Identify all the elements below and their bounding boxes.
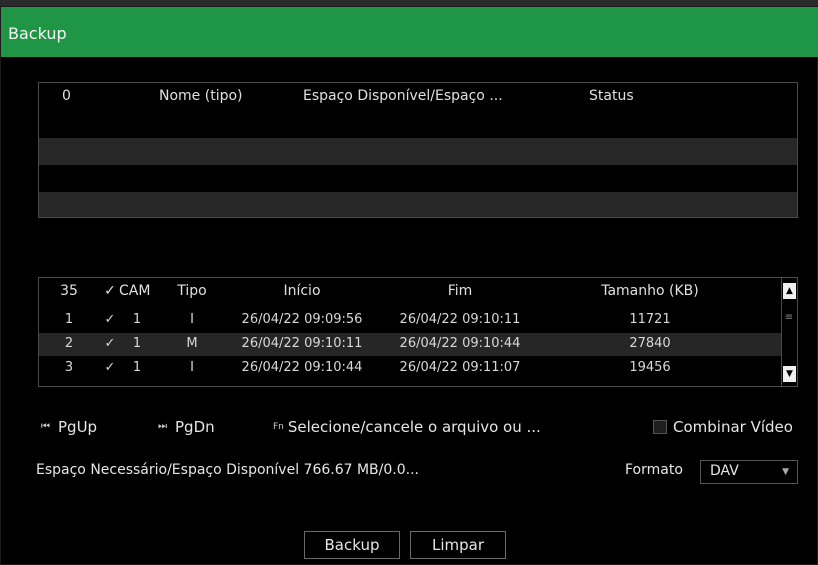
space-info: Espaço Necessário/Espaço Disponível 766.… [36,462,419,478]
row-cam: 1 [132,360,142,375]
file-row[interactable]: 2 ✓ 1 M 26/04/22 09:10:11 26/04/22 09:10… [39,333,781,356]
select-files-label: Selecione/cancele o arquivo ou ... [287,418,541,436]
row-checkbox[interactable]: ✓ [103,360,117,375]
row-inicio: 26/04/22 09:10:44 [241,360,363,375]
pgup-button[interactable]: ⏮ PgUp [41,418,97,436]
row-cam: 1 [132,336,142,351]
col-fim[interactable]: Fim [395,283,525,299]
row-inicio: 26/04/22 09:10:11 [241,336,363,351]
row-fim: 26/04/22 09:10:11 [399,312,521,327]
format-label: Formato [625,462,683,478]
device-row[interactable] [39,192,797,217]
file-count: 35 [60,283,78,299]
window-title: Backup [8,24,67,43]
col-tipo[interactable]: Tipo [167,283,217,299]
scroll-up-arrow-icon[interactable]: ▲ [783,283,796,299]
file-row[interactable]: 1 ✓ 1 I 26/04/22 09:09:56 26/04/22 09:10… [39,309,781,332]
row-cam: 1 [132,312,142,327]
row-checkbox[interactable]: ✓ [103,336,117,351]
device-row[interactable] [39,165,797,192]
backup-button[interactable]: Backup [304,531,400,559]
row-tipo: M [186,336,198,351]
row-index: 3 [64,360,74,375]
combine-video-checkbox[interactable] [653,420,667,434]
col-inicio[interactable]: Início [237,283,367,299]
backup-window: Backup 0 Nome (tipo) Espaço Disponível/E… [0,6,818,565]
format-value: DAV [710,463,739,479]
select-all-checkbox[interactable]: ✓ [103,283,117,299]
row-tipo: I [190,312,194,327]
file-table: 35 ✓ CAM Tipo Início Fim Tamanho (KB) 1 … [38,277,798,387]
device-table-header: 0 Nome (tipo) Espaço Disponível/Espaço .… [39,83,797,111]
row-tipo: I [190,360,194,375]
file-table-scrollbar[interactable]: ▲ ≡ ▼ [781,278,797,386]
row-tamanho: 27840 [629,336,671,351]
pgdn-button[interactable]: ⏭ PgDn [158,418,215,436]
format-select[interactable]: DAV ▼ [700,460,798,484]
title-bar: Backup [1,7,818,57]
device-col-name[interactable]: Nome (tipo) [159,88,243,104]
file-row[interactable]: 3 ✓ 1 I 26/04/22 09:10:44 26/04/22 09:11… [39,357,781,380]
row-fim: 26/04/22 09:10:44 [399,336,521,351]
file-table-header: 35 ✓ CAM Tipo Início Fim Tamanho (KB) [39,278,781,307]
row-fim: 26/04/22 09:11:07 [399,360,521,375]
select-files-hint[interactable]: Fn Selecione/cancele o arquivo ou ... [273,418,541,436]
chevron-down-icon: ▼ [782,467,789,477]
combine-video-toggle[interactable]: Combinar Vídeo [653,418,793,436]
row-checkbox[interactable]: ✓ [103,312,117,327]
pgdn-label: PgDn [175,418,215,436]
row-tamanho: 11721 [629,312,671,327]
device-col-index[interactable]: 0 [62,88,71,104]
row-inicio: 26/04/22 09:09:56 [241,312,363,327]
row-index: 2 [64,336,74,351]
col-tamanho[interactable]: Tamanho (KB) [595,283,705,299]
device-col-space[interactable]: Espaço Disponível/Espaço ... [303,88,503,104]
combine-video-label: Combinar Vídeo [673,418,793,436]
fn-key-icon: Fn [273,422,284,432]
col-cam[interactable]: CAM [119,283,150,299]
device-col-status[interactable]: Status [589,88,634,104]
row-index: 1 [64,312,74,327]
pgup-label: PgUp [58,418,98,436]
device-table: 0 Nome (tipo) Espaço Disponível/Espaço .… [38,82,798,218]
row-tamanho: 19456 [629,360,671,375]
scroll-down-arrow-icon[interactable]: ▼ [783,366,796,382]
device-row[interactable] [39,111,797,138]
clear-button[interactable]: Limpar [410,531,506,559]
skip-back-icon: ⏮ [41,421,50,432]
device-row[interactable] [39,138,797,165]
scroll-grip-icon[interactable]: ≡ [784,312,794,323]
skip-forward-icon: ⏭ [158,421,167,432]
